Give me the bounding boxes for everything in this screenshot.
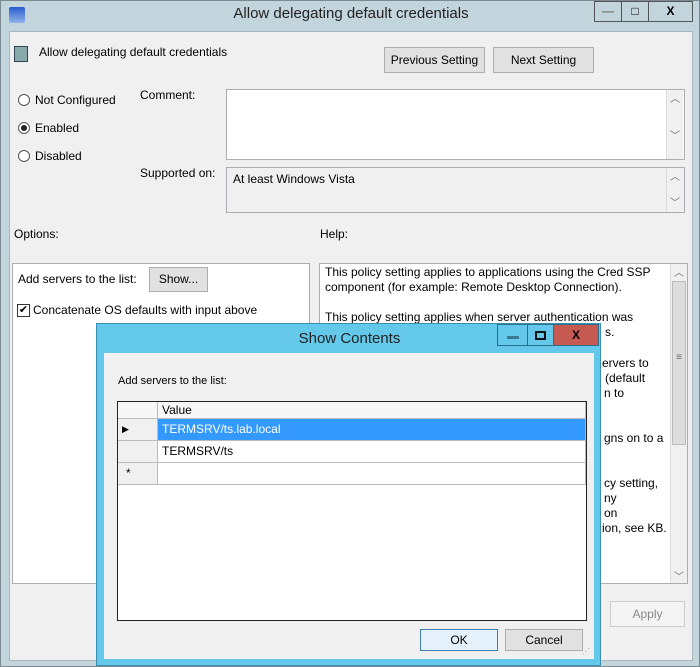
dialog-label: Add servers to the list: — [118, 375, 227, 387]
supported-scrollbar[interactable]: ︿ ﹀ — [666, 168, 683, 212]
radio-disabled[interactable] — [18, 150, 30, 162]
help-text: ervers to — [602, 356, 649, 370]
help-text: (default — [605, 371, 646, 385]
concat-label: Concatenate OS defaults with input above — [33, 303, 258, 317]
previous-setting-button[interactable]: Previous Setting — [384, 47, 485, 73]
radio-not-configured[interactable] — [18, 94, 30, 106]
help-text: ny — [604, 491, 617, 505]
row-header-corner — [118, 402, 158, 419]
setting-name: Allow delegating default credentials — [39, 45, 228, 59]
show-button[interactable]: Show... — [149, 267, 208, 292]
comment-input[interactable] — [226, 89, 685, 160]
row-header-new[interactable]: * — [118, 463, 158, 485]
setting-icon — [14, 46, 28, 62]
help-text: This policy setting applies to applicati… — [325, 265, 651, 279]
help-text: gns on to a — [604, 431, 664, 445]
column-header-value[interactable]: Value — [158, 402, 586, 419]
supported-label: Supported on: — [140, 166, 216, 180]
radio-enabled[interactable] — [18, 122, 30, 134]
cancel-button[interactable]: Cancel — [505, 629, 583, 651]
help-text: cy setting, — [604, 476, 659, 490]
maximize-button[interactable]: □ — [621, 1, 649, 22]
dialog-close-button[interactable]: X — [553, 324, 599, 346]
row-header-current[interactable]: ▶ — [118, 419, 158, 441]
help-text: on — [604, 506, 618, 520]
show-contents-dialog: Show Contents X Add servers to the list:… — [96, 323, 601, 666]
resize-grip-icon[interactable]: ⋰ — [582, 647, 590, 656]
grid-cell-new[interactable] — [158, 463, 586, 485]
dialog-maximize-button[interactable] — [527, 324, 554, 346]
help-label: Help: — [320, 227, 349, 241]
help-text: component (for example: Remote Desktop C… — [325, 280, 622, 294]
radio-label: Not Configured — [35, 93, 116, 107]
supported-box: At least Windows Vista — [226, 167, 685, 213]
values-grid[interactable]: Value ▶ TERMSRV/ts.lab.local TERMSRV/ts … — [117, 401, 587, 621]
minimize-button[interactable]: — — [594, 1, 622, 22]
help-text: ion, see KB. — [602, 521, 667, 535]
row-header[interactable] — [118, 441, 158, 463]
close-button[interactable]: X — [648, 1, 693, 22]
scrollbar-thumb[interactable]: ≡ — [672, 281, 686, 445]
dialog-body: Add servers to the list: Value ▶ TERMSRV… — [104, 353, 594, 659]
ok-button[interactable]: OK — [420, 629, 498, 651]
comment-scrollbar[interactable]: ︿ ﹀ — [666, 90, 683, 159]
grid-cell-selected[interactable]: TERMSRV/ts.lab.local — [158, 419, 586, 441]
servers-label: Add servers to the list: — [18, 272, 137, 286]
grid-cell[interactable]: TERMSRV/ts — [158, 441, 586, 463]
supported-value: At least Windows Vista — [233, 172, 355, 186]
help-text: This policy setting applies when server … — [325, 310, 634, 324]
radio-label: Disabled — [35, 149, 82, 163]
options-label: Options: — [14, 227, 59, 241]
next-setting-button[interactable]: Next Setting — [493, 47, 594, 73]
help-text: s. — [605, 325, 615, 339]
help-scrollbar[interactable]: ︿ ≡ ﹀ — [670, 264, 687, 583]
help-text: n to — [604, 386, 625, 400]
apply-button[interactable]: Apply — [610, 601, 685, 627]
comment-label: Comment: — [140, 88, 196, 102]
dialog-minimize-button[interactable] — [497, 324, 528, 346]
concat-checkbox[interactable]: ✔ — [17, 304, 30, 317]
radio-label: Enabled — [35, 121, 80, 135]
